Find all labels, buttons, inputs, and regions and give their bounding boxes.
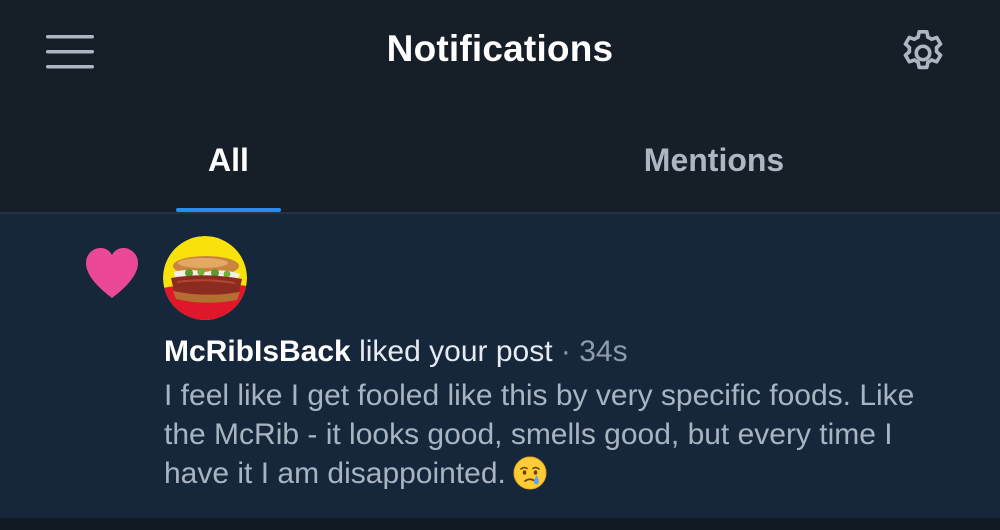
post-preview: I feel like I get fooled like this by ve… <box>164 376 964 493</box>
page-title: Notifications <box>386 28 614 69</box>
tab-all[interactable]: All <box>176 136 281 212</box>
tab-mentions[interactable]: Mentions <box>600 136 828 212</box>
crying-face-icon <box>513 456 547 490</box>
mcrib-sandwich-icon <box>163 236 247 320</box>
tab-mentions-label: Mentions <box>643 142 785 178</box>
username[interactable]: McRibIsBack <box>164 335 351 368</box>
gear-icon <box>903 30 943 70</box>
separator-dot: · <box>560 335 571 368</box>
tab-all-label: All <box>208 142 249 178</box>
notifications-screen: Notifications All Mentions McRibIsBack l… <box>0 0 1000 530</box>
settings-button[interactable] <box>896 26 950 80</box>
notification-action: liked your post <box>359 335 553 368</box>
list-bottom-divider <box>0 518 1000 530</box>
notification-summary: McRibIsBack liked your post · 34s <box>164 332 628 372</box>
avatar[interactable] <box>163 236 247 320</box>
heart-icon <box>86 248 138 298</box>
top-bar: Notifications All Mentions <box>0 0 1000 212</box>
timestamp: 34s <box>579 335 628 368</box>
notification-item[interactable]: McRibIsBack liked your post · 34s I feel… <box>0 214 1000 518</box>
